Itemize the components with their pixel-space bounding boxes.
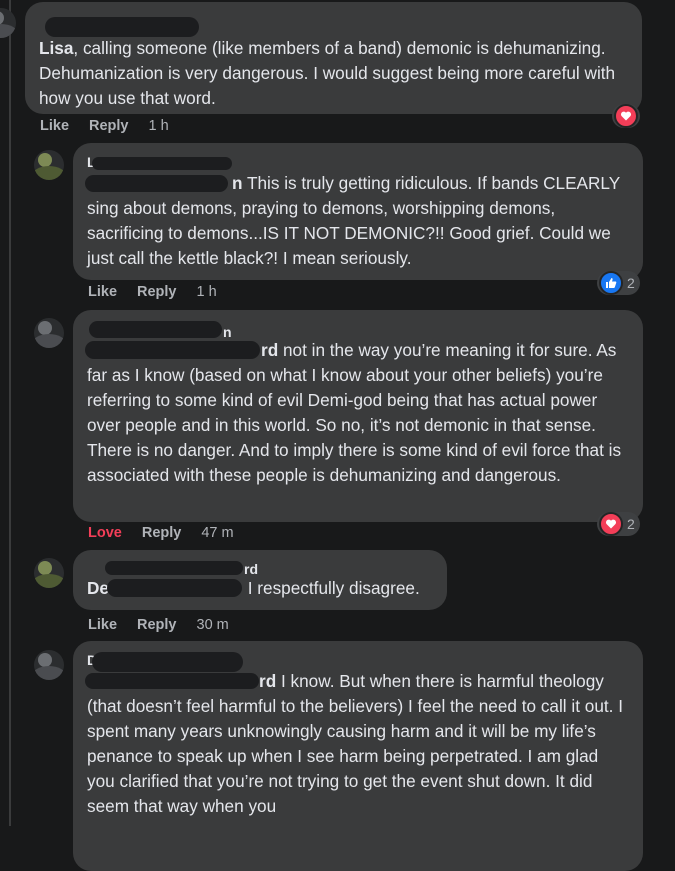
like-button[interactable]: Like	[88, 617, 117, 633]
heart-icon	[599, 512, 623, 536]
comment-text: De I respectfully disagree.	[87, 578, 420, 598]
timestamp[interactable]: 1 h	[197, 284, 217, 300]
comment-4: rd De I respectfully disagree. Like Repl…	[0, 548, 675, 640]
avatar[interactable]	[34, 558, 64, 588]
comment-text: rd I know. But when there is harmful the…	[85, 671, 623, 816]
comment-actions: Love Reply 47 m	[88, 525, 234, 541]
reply-button[interactable]: Reply	[137, 284, 177, 300]
reaction-count: 2	[627, 275, 635, 291]
comment-bubble: D rd I know. But when there is harmful t…	[73, 641, 643, 871]
redacted-mention	[107, 579, 242, 597]
commenter-name[interactable]	[39, 10, 628, 37]
reply-button[interactable]: Reply	[137, 617, 177, 633]
avatar[interactable]	[34, 318, 64, 348]
mention-tag[interactable]: De	[87, 578, 109, 598]
comment-text: n This is truly getting ridiculous. If b…	[85, 173, 620, 268]
like-button[interactable]: Like	[40, 118, 69, 134]
mention-tag[interactable]: Lisa	[39, 38, 73, 58]
comment-2: L d n This is truly getting ridiculous. …	[0, 140, 675, 310]
avatar[interactable]	[34, 650, 64, 680]
reaction-summary[interactable]	[612, 104, 640, 128]
comment-bubble: rd De I respectfully disagree.	[73, 550, 447, 610]
redacted-name	[89, 321, 222, 338]
comment-3: n rd not in the way you’re meaning it fo…	[0, 310, 675, 550]
redacted-name	[92, 157, 232, 170]
reaction-count: 2	[627, 516, 635, 532]
comment-actions: Like Reply 1 h	[40, 118, 169, 134]
thumbs-up-icon	[599, 271, 623, 295]
commenter-name[interactable]: n	[87, 320, 629, 340]
redacted-mention	[85, 341, 260, 359]
avatar[interactable]	[34, 150, 64, 180]
comment-text: rd not in the way you’re meaning it for …	[85, 340, 622, 485]
timestamp[interactable]: 47 m	[201, 525, 233, 541]
reply-button[interactable]: Reply	[89, 118, 129, 134]
commenter-name[interactable]: D	[87, 651, 629, 672]
reaction-summary[interactable]: 2	[597, 512, 640, 536]
reaction-summary[interactable]: 2	[597, 271, 640, 295]
comment-1: Lisa, calling someone (like members of a…	[0, 0, 675, 140]
comment-actions: Like Reply 30 m	[88, 617, 229, 633]
comment-actions: Like Reply 1 h	[88, 284, 217, 300]
commenter-name[interactable]: rd	[87, 558, 433, 577]
redacted-name	[105, 561, 243, 575]
love-button[interactable]: Love	[88, 525, 122, 541]
timestamp[interactable]: 1 h	[149, 118, 169, 134]
commenter-name[interactable]: L d	[87, 153, 629, 171]
like-button[interactable]: Like	[88, 284, 117, 300]
comment-bubble: Lisa, calling someone (like members of a…	[25, 2, 642, 114]
comment-bubble: L d n This is truly getting ridiculous. …	[73, 143, 643, 280]
avatar[interactable]	[0, 8, 16, 38]
timestamp[interactable]: 30 m	[197, 617, 229, 633]
comment-bubble: n rd not in the way you’re meaning it fo…	[73, 310, 643, 522]
redacted-mention	[85, 175, 228, 192]
heart-icon	[614, 104, 638, 128]
comment-text: Lisa, calling someone (like members of a…	[39, 38, 616, 108]
comment-5: D rd I know. But when there is harmful t…	[0, 640, 675, 871]
redacted-name	[45, 17, 199, 37]
reply-button[interactable]: Reply	[142, 525, 182, 541]
redacted-mention	[85, 673, 259, 689]
